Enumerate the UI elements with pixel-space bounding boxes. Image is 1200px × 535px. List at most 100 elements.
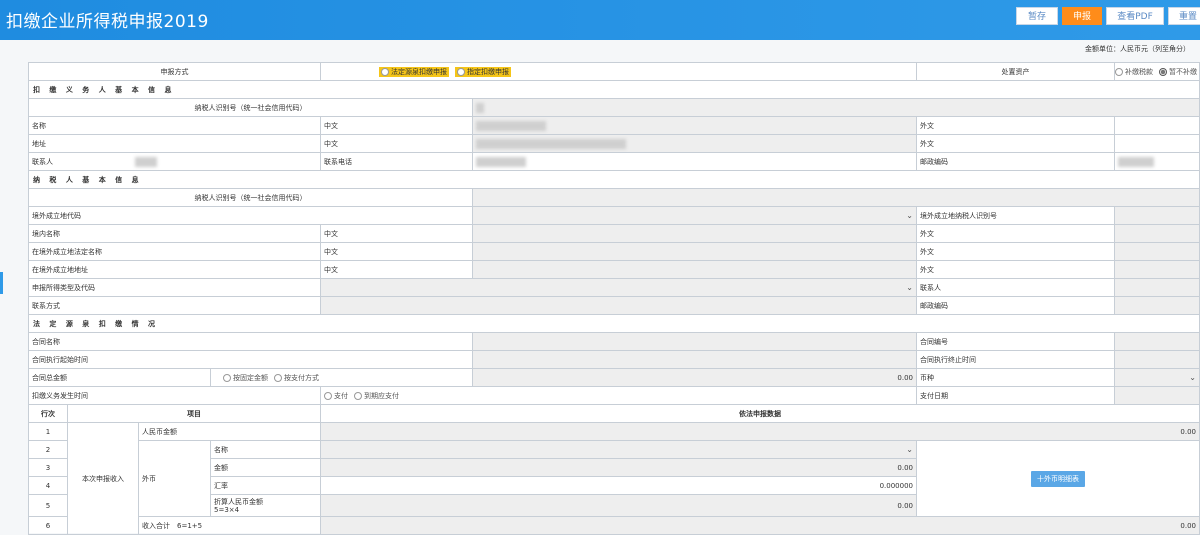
postcode-field[interactable] — [1114, 296, 1200, 315]
masked-value — [476, 120, 546, 131]
rmb-amount-field[interactable]: 0.00 — [320, 422, 1200, 441]
abroad-code-select[interactable]: ⌄ — [472, 206, 917, 225]
start-time-field[interactable] — [472, 350, 917, 369]
name-chinese-field — [472, 116, 917, 135]
radio-icon[interactable] — [354, 391, 362, 400]
abroad-address-label: 在境外成立地地址 — [28, 260, 321, 279]
asset-disposal-options: 补缴税款 暂不补缴 — [1114, 62, 1200, 81]
masked-value — [476, 102, 484, 113]
end-time-field[interactable] — [1114, 350, 1200, 369]
section-withholder-info: 扣 缴 义 务 人 基 本 信 息 — [28, 80, 1200, 99]
foreign-label: 外文 — [916, 134, 1115, 153]
chevron-down-icon: ⌄ — [906, 211, 913, 220]
opt-statutory[interactable]: 法定源泉扣缴申报 — [379, 66, 449, 77]
opt-fixed-label: 按固定金额 — [233, 373, 268, 382]
opt-pay-tax-label: 补缴税款 — [1125, 67, 1153, 76]
declare-button[interactable]: 申报 — [1062, 7, 1102, 25]
opt-pay-method-label: 按支付方式 — [284, 373, 319, 382]
income-group-label: 本次申报收入 — [67, 422, 139, 535]
opt-designated[interactable]: 指定扣缴申报 — [455, 66, 511, 77]
chinese-label: 中文 — [320, 224, 473, 243]
fx-amount-field[interactable]: 0.00 — [320, 458, 917, 477]
radio-selected-icon[interactable] — [1159, 67, 1167, 76]
taxpayer-taxid-label: 纳税人识别号（统一社会信用代码） — [28, 188, 473, 207]
abroad-address-chinese-field[interactable] — [472, 260, 917, 279]
fx-detail-cell: 十外币明细表 — [916, 440, 1200, 517]
radio-icon[interactable] — [381, 67, 389, 76]
chinese-label: 中文 — [320, 260, 473, 279]
save-draft-button[interactable]: 暂存 — [1016, 7, 1058, 25]
col-item-header: 项目 — [67, 404, 321, 423]
radio-icon[interactable] — [457, 67, 465, 76]
line-number: 6 — [28, 516, 68, 535]
currency-name-select[interactable]: ⌄ — [320, 440, 917, 459]
foreign-label: 外文 — [916, 242, 1115, 261]
start-time-label: 合同执行起始时间 — [28, 350, 473, 369]
chinese-label: 中文 — [320, 134, 473, 153]
line-number: 5 — [28, 494, 68, 517]
row-item-label: 收入合计 6=1+5 — [138, 516, 321, 535]
row-item-label: 折算人民币金额 5=3×4 — [210, 494, 321, 517]
total-amount-label: 合同总金额 — [28, 368, 211, 387]
abroad-legal-name-chinese-field[interactable] — [472, 242, 917, 261]
contract-name-label: 合同名称 — [28, 332, 473, 351]
pay-date-label: 支付日期 — [916, 386, 1115, 405]
contract-no-field[interactable] — [1114, 332, 1200, 351]
row-item-label: 人民币金额 — [138, 422, 321, 441]
top-bar: 扣缴企业所得税申报2019 暂存 申报 查看PDF 重置 — [0, 0, 1200, 40]
view-pdf-button[interactable]: 查看PDF — [1106, 7, 1164, 25]
contact-method-label: 联系方式 — [28, 296, 321, 315]
foreign-label: 外文 — [916, 116, 1115, 135]
radio-icon[interactable] — [324, 391, 332, 400]
col-data-header: 依法申报数据 — [320, 404, 1200, 423]
name-foreign-field[interactable] — [1114, 116, 1200, 135]
phone-field[interactable] — [472, 152, 917, 171]
pay-date-field[interactable] — [1114, 386, 1200, 405]
declaration-form: 申报方式 法定源泉扣缴申报 指定扣缴申报 处置资产 补缴税款 暂不补缴 扣 缴 义 … — [28, 62, 1200, 535]
fx-detail-button[interactable]: 十外币明细表 — [1031, 470, 1085, 487]
currency-select[interactable]: ⌄ — [1114, 368, 1200, 387]
taxpayer-taxid-field[interactable] — [472, 188, 1200, 207]
chevron-down-icon: ⌄ — [906, 445, 913, 454]
chevron-down-icon: ⌄ — [1189, 373, 1196, 382]
address-foreign-field[interactable] — [1114, 134, 1200, 153]
masked-value — [135, 156, 157, 167]
converted-formula: 5=3×4 — [214, 505, 240, 514]
abroad-address-foreign-field[interactable] — [1114, 260, 1200, 279]
foreign-label: 外文 — [916, 260, 1115, 279]
exchange-rate-field[interactable]: 0.000000 — [320, 476, 917, 495]
withholder-taxid-field — [472, 98, 1200, 117]
opt-defer-tax-label: 暂不补缴 — [1169, 67, 1197, 76]
chinese-label: 中文 — [320, 242, 473, 261]
income-type-label: 申报所得类型及代码 — [28, 278, 321, 297]
opt-designated-label: 指定扣缴申报 — [467, 67, 509, 76]
contract-no-label: 合同编号 — [916, 332, 1115, 351]
section-taxpayer-info: 纳 税 人 基 本 信 息 — [28, 170, 1200, 189]
foreign-currency-label: 外币 — [138, 440, 211, 517]
contact-method-field[interactable] — [320, 296, 917, 315]
contract-name-field[interactable] — [472, 332, 917, 351]
page-title: 扣缴企业所得税申报2019 — [6, 12, 209, 32]
reset-button[interactable]: 重置 — [1168, 7, 1200, 25]
postcode-label: 邮政编码 — [916, 296, 1115, 315]
radio-icon[interactable] — [1115, 67, 1123, 76]
converted-amount-field[interactable]: 0.00 — [320, 494, 917, 517]
postcode-field[interactable] — [1114, 152, 1200, 171]
radio-icon[interactable] — [274, 373, 282, 382]
contact-label: 联系人 — [916, 278, 1115, 297]
abroad-legal-name-foreign-field[interactable] — [1114, 242, 1200, 261]
phone-label: 联系电话 — [320, 152, 473, 171]
obligation-time-label: 扣缴义务发生时间 — [28, 386, 321, 405]
total-income-field[interactable]: 0.00 — [320, 516, 1200, 535]
contact-field[interactable] — [1114, 278, 1200, 297]
domestic-name-chinese-field[interactable] — [472, 224, 917, 243]
total-amount-options: 按固定金额 按支付方式 — [210, 368, 473, 387]
domestic-name-foreign-field[interactable] — [1114, 224, 1200, 243]
radio-icon[interactable] — [223, 373, 231, 382]
col-line-header: 行次 — [28, 404, 68, 423]
withholder-taxid-label: 纳税人识别号（统一社会信用代码） — [28, 98, 473, 117]
income-type-select[interactable]: ⌄ — [320, 278, 917, 297]
total-amount-field[interactable]: 0.00 — [472, 368, 917, 387]
abroad-taxid-field[interactable] — [1114, 206, 1200, 225]
side-indicator — [0, 272, 3, 294]
